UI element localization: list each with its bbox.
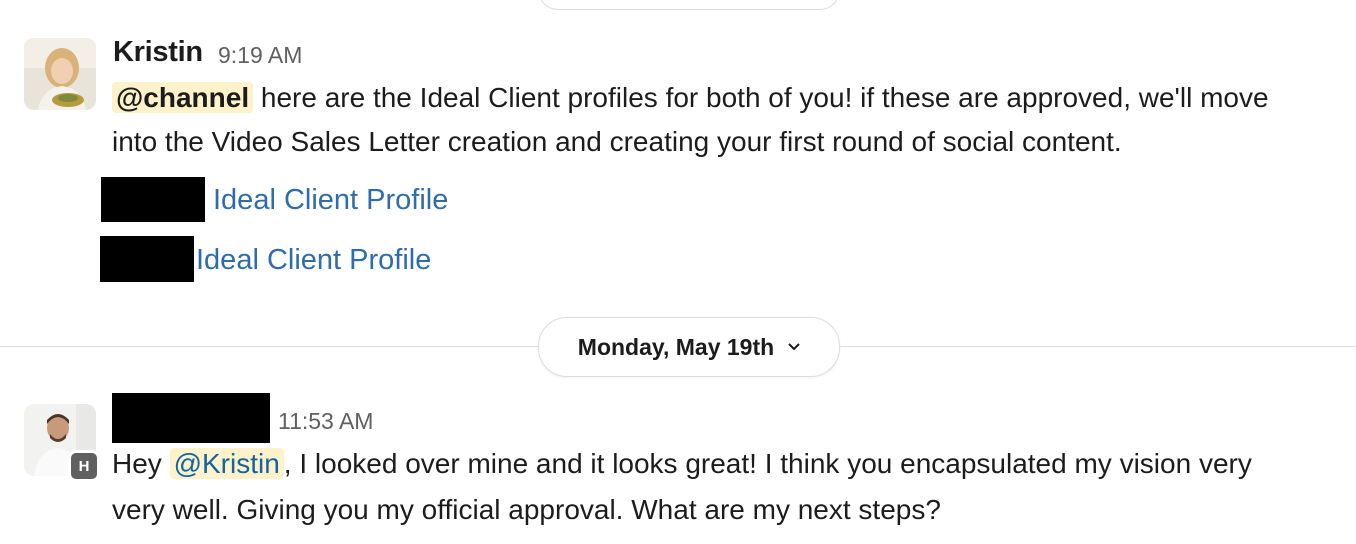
- date-label: Monday, May 19th: [577, 333, 775, 360]
- chevron-down-icon: [788, 338, 800, 356]
- message-timestamp[interactable]: 9:19 AM: [218, 42, 302, 69]
- redacted-sender-name: [112, 393, 270, 443]
- message-text-line-1: Hey @Kristin, I looked over mine and it …: [112, 442, 1252, 486]
- redacted-name: [101, 177, 205, 222]
- message-text-line-2: into the Video Sales Letter creation and…: [112, 126, 1122, 157]
- huddle-status-badge: H: [68, 450, 100, 482]
- user-mention[interactable]: @Kristin: [169, 448, 284, 479]
- redacted-name: [100, 236, 194, 282]
- channel-mention[interactable]: @channel: [112, 82, 254, 113]
- message-timestamp[interactable]: 11:53 AM: [278, 408, 373, 435]
- date-divider-pill-previous[interactable]: [538, 0, 840, 10]
- ideal-client-profile-link-1[interactable]: Ideal Client Profile: [213, 184, 448, 217]
- avatar-photo-icon: [24, 38, 96, 110]
- date-divider-pill[interactable]: Monday, May 19th: [538, 317, 840, 377]
- message-text-line-1: @channel here are the Ideal Client profi…: [112, 76, 1269, 120]
- avatar-kristin[interactable]: [24, 38, 96, 110]
- message-text: Hey: [112, 448, 170, 479]
- message-text-line-2: very well. Giving you my official approv…: [112, 494, 941, 525]
- ideal-client-profile-link-2[interactable]: Ideal Client Profile: [196, 244, 431, 277]
- message-pane: Kristin 9:19 AM @channel here are the Id…: [0, 0, 1356, 544]
- sender-name[interactable]: Kristin: [113, 36, 203, 69]
- message-text: here are the Ideal Client profiles for b…: [253, 82, 1269, 113]
- message-text: , I looked over mine and it looks great!…: [283, 448, 1252, 479]
